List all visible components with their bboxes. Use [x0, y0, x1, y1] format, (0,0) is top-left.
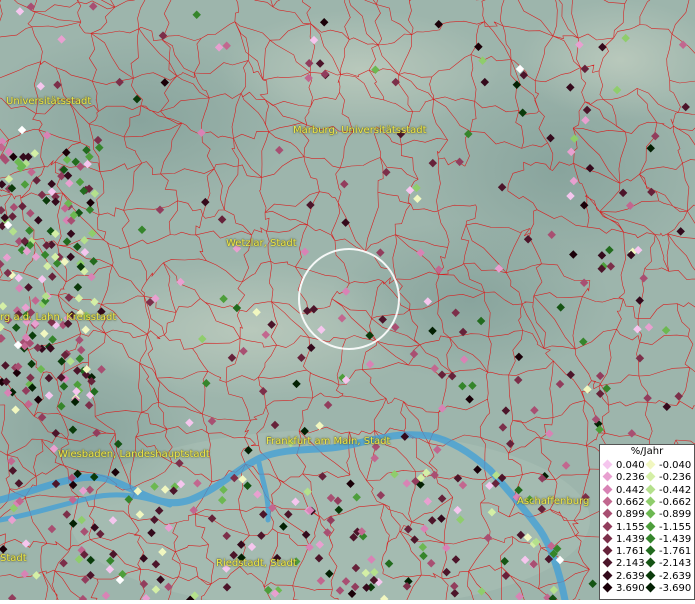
city-label-stadt[interactable]: Stadt — [0, 553, 27, 564]
legend-label: -1.439 — [659, 533, 692, 545]
legend-label: 0.040 — [616, 460, 645, 471]
legend-swatch — [602, 459, 613, 470]
legend-swatch — [645, 471, 656, 482]
legend-swatch — [645, 570, 656, 581]
legend-swatch — [602, 484, 613, 495]
legend-entry-neg-10: -3.690 — [645, 582, 692, 595]
legend-label: -3.690 — [659, 583, 692, 594]
legend-title: %/Jahr — [630, 446, 664, 457]
legend-entry-pos-6: 1.439 — [602, 533, 645, 546]
legend-label: 2.143 — [616, 558, 645, 570]
city-label-limburg[interactable]: rg a.d. Lahn, Kreisstadt — [0, 312, 116, 323]
legend-swatch — [645, 459, 656, 470]
legend-entry-neg-4: -0.899 — [645, 508, 692, 521]
legend-swatch — [602, 582, 613, 593]
legend-label: 0.236 — [616, 472, 645, 484]
legend-entry-pos-4: 0.899 — [602, 508, 645, 521]
legend-label: -2.143 — [659, 558, 692, 570]
legend-swatch — [602, 496, 613, 507]
legend-label: 0.442 — [616, 484, 645, 496]
legend-swatch — [645, 484, 656, 495]
legend-entry-pos-7: 1.761 — [602, 545, 645, 558]
legend-entry-neg-3: -0.662 — [645, 496, 692, 509]
legend-swatch — [602, 557, 613, 568]
legend-entry-pos-10: 3.690 — [602, 582, 645, 595]
legend-label: -0.040 — [659, 460, 692, 471]
city-label-wetzlar[interactable]: Wetzlar, Stadt — [226, 238, 297, 249]
legend-entry-pos-5: 1.155 — [602, 521, 645, 534]
legend-label: -0.662 — [659, 496, 692, 508]
legend-swatch — [645, 533, 656, 544]
legend-swatch — [602, 471, 613, 482]
legend-swatch — [645, 508, 656, 519]
legend-label: 1.155 — [616, 521, 645, 533]
legend-swatch — [645, 557, 656, 568]
legend-label: -0.236 — [659, 472, 692, 484]
city-label-frankfurt[interactable]: Frankfurt am Main, Stadt — [266, 436, 390, 447]
city-label-aschaffenburg[interactable]: Aschaffenburg — [517, 496, 589, 507]
city-label-wiesbaden[interactable]: Wiesbaden, Landeshauptstadt — [58, 449, 210, 460]
legend-label: 1.761 — [616, 546, 645, 558]
legend-entry-pos-8: 2.143 — [602, 557, 645, 570]
map-svg — [0, 0, 695, 604]
legend-label: -0.442 — [659, 484, 692, 496]
legend-entry-neg-6: -1.439 — [645, 533, 692, 546]
legend-label: 2.639 — [616, 570, 645, 582]
legend-entry-pos-0: 0.040 — [602, 459, 645, 472]
legend-entry-neg-0: -0.040 — [645, 459, 692, 472]
legend-label: -0.899 — [659, 509, 692, 521]
legend-label: 1.439 — [616, 533, 645, 545]
city-label-marburg[interactable]: Marburg, Universitätsstadt — [293, 125, 427, 136]
city-label-riedstadt[interactable]: Riedstadt, Stadt — [216, 558, 297, 569]
legend-swatch — [645, 545, 656, 556]
legend-entry-neg-9: -2.639 — [645, 570, 692, 583]
legend-label: -1.155 — [659, 521, 692, 533]
legend-entry-neg-1: -0.236 — [645, 471, 692, 484]
legend-swatch — [602, 508, 613, 519]
legend-entry-neg-8: -2.143 — [645, 557, 692, 570]
legend-entry-neg-7: -1.761 — [645, 545, 692, 558]
legend-entry-pos-2: 0.442 — [602, 484, 645, 497]
legend: %/Jahr 0.040 -0.040 0.236 -0.236 0.442 -0.442… — [599, 444, 695, 600]
legend-label: 3.690 — [616, 583, 645, 594]
legend-swatch — [645, 582, 656, 593]
legend-label: 0.899 — [616, 509, 645, 521]
legend-entry-pos-1: 0.236 — [602, 471, 645, 484]
legend-entry-pos-3: 0.662 — [602, 496, 645, 509]
legend-entry-neg-5: -1.155 — [645, 521, 692, 534]
legend-swatch — [645, 496, 656, 507]
legend-swatch — [602, 545, 613, 556]
city-label-universitaetsstadt[interactable]: Universitätsstadt — [6, 96, 91, 107]
legend-entry-pos-9: 2.639 — [602, 570, 645, 583]
legend-swatch — [602, 521, 613, 531]
legend-label: 0.662 — [616, 496, 645, 508]
legend-swatch — [645, 521, 656, 531]
map-canvas[interactable] — [0, 0, 695, 604]
legend-label: -1.761 — [659, 546, 692, 558]
legend-swatch — [602, 570, 613, 581]
legend-swatch — [602, 533, 613, 544]
legend-entry-neg-2: -0.442 — [645, 484, 692, 497]
legend-label: -2.639 — [659, 570, 692, 582]
